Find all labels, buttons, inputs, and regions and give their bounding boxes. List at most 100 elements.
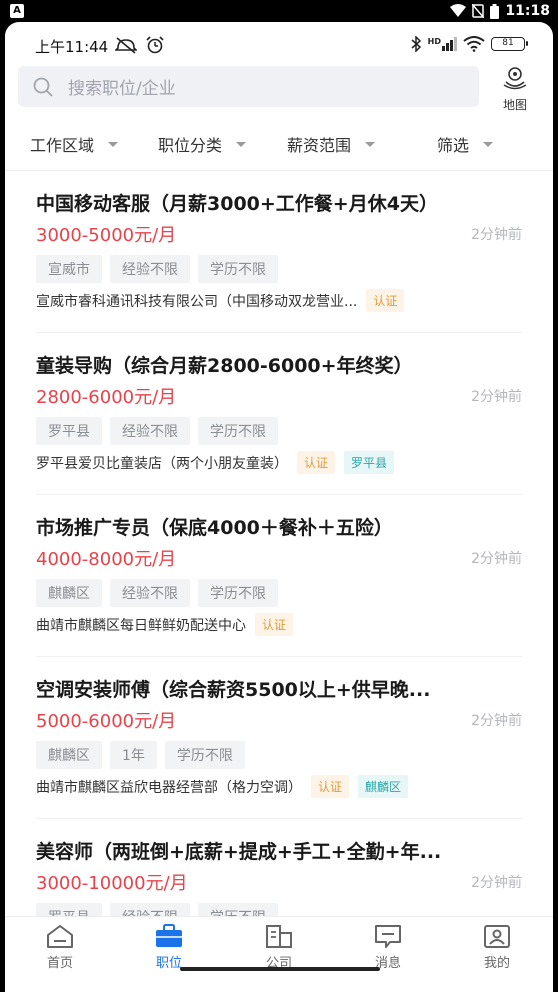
filter-more[interactable]: 筛选 [437,132,494,156]
verified-badge: 认证 [311,775,350,798]
wifi-icon [463,36,485,52]
company-row: 曲靖市麒麟区益欣电器经营部（格力空调） 认证 麒麟区 [36,775,409,798]
job-card[interactable]: 中国移动客服（月薪3000+工作餐+月休4天） 3000-5000元/月 2分钟… [5,171,553,333]
job-tag-education: 学历不限 [164,741,245,769]
chevron-down-icon [108,141,119,147]
filter-label: 工作区域 [30,136,95,155]
building-icon [266,925,292,948]
company-name: 曲靖市麒麟区每日鲜鲜奶配送中心 [36,617,246,634]
company-name: 曲靖市麒麟区益欣电器经营部（格力空调） [36,779,302,796]
search-input[interactable]: 搜索职位/企业 [18,66,479,107]
job-tag-education: 学历不限 [198,255,278,283]
battery-indicator: 81 [491,37,528,51]
map-button[interactable]: 地图 [495,66,535,112]
status-time: 上午11:44 [35,38,109,56]
briefcase-icon [156,924,182,947]
status-right-icons: HD 81 [410,36,528,52]
no-sim-icon [472,4,485,18]
tab-home[interactable]: 首页 [20,923,100,971]
tab-label: 我的 [483,956,510,971]
tab-messages[interactable]: 消息 [348,923,428,971]
job-post-time: 2分钟前 [471,389,522,405]
job-salary: 4000-8000元/月 [36,549,177,570]
job-salary: 3000-5000元/月 [36,225,177,246]
battery-icon [490,3,500,19]
job-tag-experience: 经验不限 [110,255,190,283]
app-notification-icon: A [10,4,24,18]
search-icon [33,77,53,97]
verified-badge: 认证 [255,613,294,636]
chevron-down-icon [365,141,376,147]
job-title: 市场推广专员（保底4000＋餐补＋五险） [36,517,393,539]
job-salary: 2800-6000元/月 [36,387,177,408]
job-salary: 5000-6000元/月 [36,711,177,732]
job-tag-location: 麒麟区 [36,579,102,607]
job-title: 童装导购（综合月薪2800-6000+年终奖） [36,355,413,377]
profile-icon [484,925,510,948]
tab-company[interactable]: 公司 [239,923,319,971]
tab-profile[interactable]: 我的 [457,923,537,971]
chevron-down-icon [236,141,247,147]
job-tags: 罗平县 经验不限 学历不限 [36,903,278,916]
search-placeholder: 搜索职位/企业 [68,79,176,99]
system-time: 11:18 [505,3,550,19]
job-post-time: 2分钟前 [471,227,522,243]
system-status-bar: A 11:18 [0,0,558,22]
bluetooth-icon [411,36,421,52]
tab-jobs[interactable]: 职位 [129,923,209,971]
filter-label: 职位分类 [158,136,223,155]
job-tag-experience: 经验不限 [110,417,190,445]
job-card[interactable]: 市场推广专员（保底4000＋餐补＋五险） 4000-8000元/月 2分钟前 麒… [5,495,553,657]
area-badge: 麒麟区 [358,775,409,798]
job-tags: 麒麟区 经验不限 学历不限 [36,579,278,607]
company-row: 曲靖市麒麟区每日鲜鲜奶配送中心 认证 [36,613,294,636]
filter-job-category[interactable]: 职位分类 [158,132,247,156]
device-status-bar: 上午11:44 HD 81 [5,34,553,58]
job-tag-education: 学历不限 [198,417,278,445]
job-card[interactable]: 童装导购（综合月薪2800-6000+年终奖） 2800-6000元/月 2分钟… [5,333,553,495]
hd-signal-icon: HD [428,37,457,51]
job-title: 中国移动客服（月薪3000+工作餐+月休4天） [36,193,438,215]
job-post-time: 2分钟前 [471,713,522,729]
area-badge: 罗平县 [344,451,395,474]
company-row: 宣威市睿科通讯科技有限公司（中国移动双龙营业... 认证 [36,289,405,312]
verified-badge: 认证 [297,451,336,474]
job-tags: 罗平县 经验不限 学历不限 [36,417,278,445]
company-row: 罗平县爱贝比童装店（两个小朋友童装） 认证 罗平县 [36,451,395,474]
home-indicator [180,967,380,971]
filter-label: 筛选 [437,136,470,155]
job-card[interactable]: 空调安装师傅（综合薪资5500以上+供早晚... 5000-6000元/月 2分… [5,657,553,819]
filter-salary-range[interactable]: 薪资范围 [287,132,376,156]
filter-bar: 工作区域 职位分类 薪资范围 筛选 [5,126,553,162]
job-card[interactable]: 美容师（两班倒+底薪+提成+手工+全勤+年... 3000-10000元/月 2… [5,819,553,916]
company-name: 宣威市睿科通讯科技有限公司（中国移动双龙营业... [36,293,358,310]
job-tag-location: 麒麟区 [36,741,102,769]
mute-icon [115,37,137,54]
job-post-time: 2分钟前 [471,875,522,891]
home-icon [47,925,73,948]
job-tags: 宣威市 经验不限 学历不限 [36,255,278,283]
job-tag-experience: 经验不限 [110,903,190,916]
job-tag-location: 罗平县 [36,903,102,916]
job-tag-education: 学历不限 [198,579,278,607]
wifi-icon [450,4,467,17]
job-tag-location: 宣威市 [36,255,102,283]
filter-work-area[interactable]: 工作区域 [30,132,119,156]
map-pin-icon [503,67,527,90]
job-tags: 麒麟区 1年 学历不限 [36,741,245,769]
chevron-down-icon [483,141,494,147]
app-screen: 上午11:44 HD 81 搜索职位/企业 地图 工作区域 职位分类 薪资范围 … [5,22,553,992]
map-label: 地图 [502,98,527,112]
job-post-time: 2分钟前 [471,551,522,567]
job-tag-location: 罗平县 [36,417,102,445]
system-status-icons: 11:18 [450,2,550,20]
job-tag-experience: 经验不限 [110,579,190,607]
job-salary: 3000-10000元/月 [36,873,188,894]
job-tag-education: 学历不限 [198,903,278,916]
tab-label: 首页 [46,956,73,971]
alarm-icon [146,36,164,54]
company-name: 罗平县爱贝比童装店（两个小朋友童装） [36,455,288,472]
status-left-icons [115,36,165,54]
verified-badge: 认证 [366,289,405,312]
hd-label: HD [427,37,441,46]
